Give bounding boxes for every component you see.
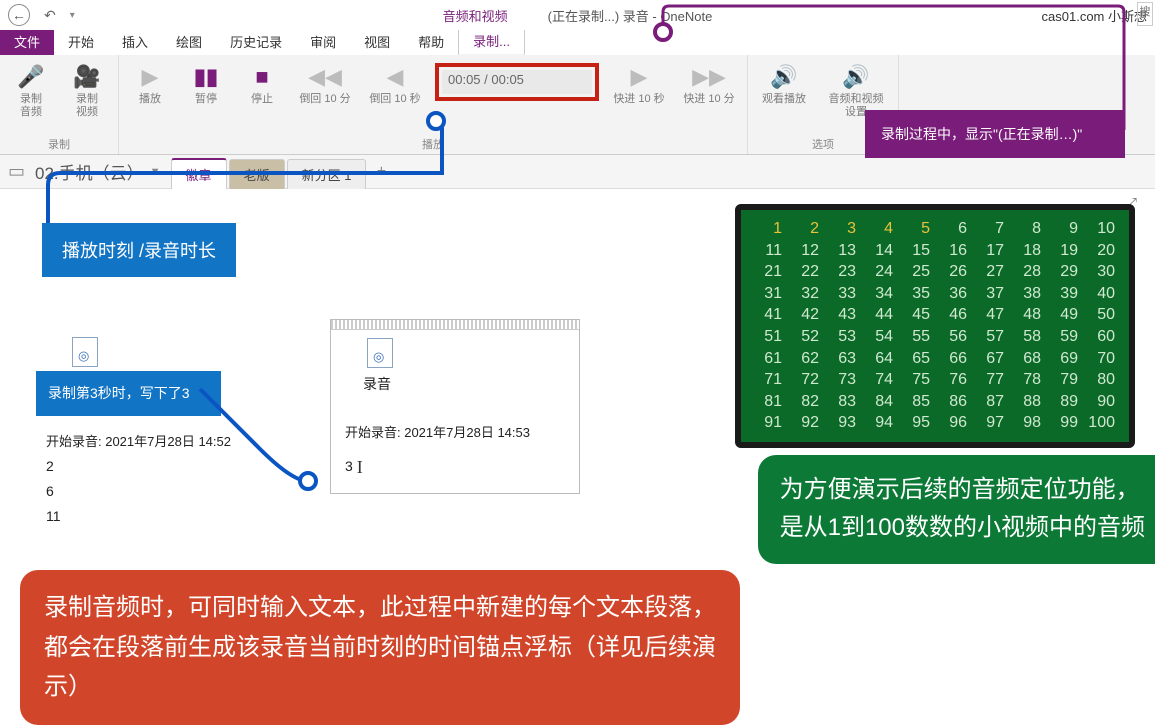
pause-icon: ▮▮ (190, 63, 222, 91)
pause-button[interactable]: ▮▮暂停 (183, 61, 229, 108)
note-line[interactable]: 11 (46, 504, 231, 529)
add-section-button[interactable]: + (368, 163, 394, 181)
search-button[interactable]: 搜 (1137, 2, 1153, 26)
play-icon: ▶ (134, 63, 166, 91)
annotation-timecode: 播放时刻 /录音时长 (42, 223, 236, 277)
rewind-10m-button[interactable]: ◀◀倒回 10 分 (295, 61, 355, 108)
timestamp-selected: 开始录音: 2021年7月28日 14:53 (345, 421, 565, 444)
play-button[interactable]: ▶播放 (127, 61, 173, 108)
tab-view[interactable]: 视图 (350, 28, 404, 55)
forward-icon: ▶ (623, 63, 655, 91)
tab-draw[interactable]: 绘图 (162, 28, 216, 55)
tab-home[interactable]: 开始 (54, 28, 108, 55)
note-line[interactable]: 3 (345, 454, 353, 479)
timecode-display: 00:05 / 00:05 (435, 63, 599, 101)
annotation-wrote-3: 录制第3秒时，写下了3 (36, 371, 221, 416)
notebook-picker[interactable]: 02.手机（云）▼ (27, 159, 169, 184)
tab-file[interactable]: 文件 (0, 28, 54, 55)
title-bar: ← ↶ ▾ 音频和视频 (正在录制...) 录音 - OneNote cas01… (0, 0, 1155, 30)
audio-file-label[interactable]: 录音 (363, 372, 565, 397)
annotation-recording-status: 录制过程中，显示"(正在录制…)" (865, 110, 1125, 158)
record-video-button[interactable]: 🎥录制 视频 (64, 61, 110, 121)
section-tab-0[interactable]: 徽章 (171, 158, 227, 189)
note-line[interactable]: 2 (46, 454, 231, 479)
audio-file-icon[interactable] (72, 337, 98, 367)
rewind-fast-icon: ◀◀ (309, 63, 341, 91)
note-block-selected[interactable]: 录音 开始录音: 2021年7月28日 14:53 3 I (330, 319, 580, 494)
rewind-10s-button[interactable]: ◀倒回 10 秒 (365, 61, 425, 108)
tab-history[interactable]: 历史记录 (216, 28, 296, 55)
text-cursor: I (357, 451, 363, 483)
page-canvas[interactable]: ⤢ 播放时刻 /录音时长 录制第3秒时，写下了3 开始录音: 2021年7月28… (0, 189, 1155, 719)
timestamp-left: 开始录音: 2021年7月28日 14:52 (46, 430, 231, 453)
stop-button[interactable]: ■停止 (239, 61, 285, 108)
ribbon-tab-strip: 文件 开始 插入 绘图 历史记录 审阅 视图 帮助 录制... (0, 30, 1155, 55)
section-tab-2[interactable]: 新分区 1 (287, 159, 367, 189)
audio-file-icon[interactable] (367, 338, 393, 368)
annotation-green: 为方便演示后续的音频定位功能， 是从1到100数数的小视频中的音频 (758, 455, 1155, 564)
forward-fast-icon: ▶▶ (693, 63, 725, 91)
tv-illustration: 1234567891011121314151617181920212223242… (735, 204, 1135, 448)
note-block-left[interactable]: 录制第3秒时，写下了3 开始录音: 2021年7月28日 14:52 2 6 1… (46, 337, 231, 529)
window-title: (正在录制...) 录音 - OneNote (548, 6, 713, 25)
ribbon: 🎤录制 音频 🎥录制 视频 录制 ▶播放 ▮▮暂停 ■停止 ◀◀倒回 10 分 … (0, 55, 1155, 155)
speaker-mic-icon: 🔊 (840, 63, 872, 91)
camcorder-icon: 🎥 (71, 63, 103, 91)
annotation-red: 录制音频时，可同时输入文本，此过程中新建的每个文本段落，都会在段落前生成该录音当… (20, 570, 740, 725)
group-options-label: 选项 (812, 134, 834, 152)
tab-insert[interactable]: 插入 (108, 28, 162, 55)
watch-playback-button[interactable]: 🔊观看播放 (756, 61, 812, 108)
notebook-icon[interactable]: ▭ (8, 161, 25, 182)
speaker-icon: 🔊 (768, 63, 800, 91)
group-record-label: 录制 (48, 134, 70, 152)
forward-10s-button[interactable]: ▶快进 10 秒 (609, 61, 669, 108)
forward-10m-button[interactable]: ▶▶快进 10 分 (679, 61, 739, 108)
mic-icon: 🎤 (15, 63, 47, 91)
stop-icon: ■ (246, 63, 278, 91)
tab-review[interactable]: 审阅 (296, 28, 350, 55)
selection-drag-handle[interactable] (331, 320, 579, 330)
record-audio-button[interactable]: 🎤录制 音频 (8, 61, 54, 121)
section-tab-1[interactable]: 老版 (229, 159, 285, 189)
contextual-tab-label: 音频和视频 (443, 6, 508, 25)
tab-recording[interactable]: 录制... (458, 26, 525, 55)
note-line[interactable]: 6 (46, 479, 231, 504)
group-playback-label: 播放 (422, 134, 444, 152)
rewind-icon: ◀ (379, 63, 411, 91)
section-bar: ▭ 02.手机（云）▼ 徽章 老版 新分区 1 + 搜 (0, 155, 1155, 189)
tab-help[interactable]: 帮助 (404, 28, 458, 55)
